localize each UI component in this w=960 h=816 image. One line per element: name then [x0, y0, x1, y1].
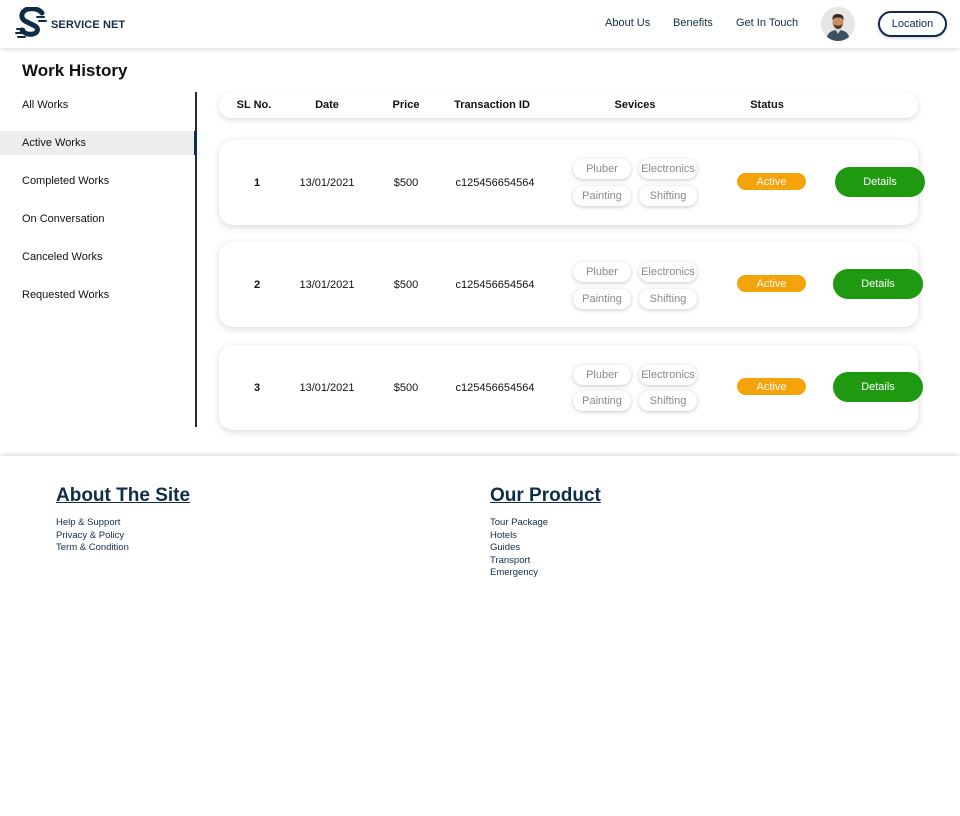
sidebar-item-on-conversation[interactable]: On Conversation — [0, 207, 195, 231]
footer-link-help-support[interactable]: Help & Support — [56, 517, 129, 530]
sidebar-item-canceled-works[interactable]: Canceled Works — [0, 245, 195, 269]
sidebar-item-all-works[interactable]: All Works — [0, 93, 195, 117]
row-price: $500 — [393, 177, 419, 189]
row-transaction-id: c125456654564 — [455, 177, 535, 189]
sidebar-item-requested-works[interactable]: Requested Works — [0, 283, 195, 307]
footer-about-heading[interactable]: About The Site — [56, 485, 190, 507]
brand-logo[interactable]: SERVICE NET — [15, 7, 125, 40]
service-chip: Shifting — [639, 186, 697, 206]
nav-about-us[interactable]: About Us — [605, 17, 650, 29]
footer-product-heading[interactable]: Our Product — [490, 485, 601, 507]
column-header-date: Date — [315, 99, 339, 111]
footer-link-tour-package[interactable]: Tour Package — [490, 517, 548, 530]
row-date: 13/01/2021 — [299, 279, 355, 291]
table-row: 2 13/01/2021 $500 c125456654564 Pluber E… — [219, 242, 923, 327]
sidebar-item-completed-works[interactable]: Completed Works — [0, 169, 195, 193]
row-sl-number: 2 — [253, 279, 261, 291]
column-header-transaction-id: Transaction ID — [454, 99, 530, 111]
details-button[interactable]: Details — [833, 269, 923, 299]
row-transaction-id: c125456654564 — [455, 382, 535, 394]
footer-link-hotels[interactable]: Hotels — [490, 530, 548, 543]
user-avatar[interactable] — [821, 7, 855, 41]
column-header-status: Status — [750, 99, 784, 111]
top-navbar: SERVICE NET About Us Benefits Get In Tou… — [0, 0, 960, 48]
brand-name: SERVICE NET — [51, 18, 126, 31]
service-chip: Electronics — [639, 159, 697, 179]
row-sl-number: 1 — [253, 177, 261, 189]
sidebar-item-active-works[interactable]: Active Works — [0, 131, 197, 155]
nav-benefits[interactable]: Benefits — [673, 17, 713, 29]
service-net-logo-icon — [15, 7, 47, 38]
status-badge: Active — [737, 378, 806, 395]
service-chip: Pluber — [573, 262, 631, 282]
row-price: $500 — [393, 382, 419, 394]
service-chip: Painting — [573, 391, 631, 411]
location-button[interactable]: Location — [878, 11, 947, 37]
status-badge: Active — [737, 173, 806, 190]
row-date: 13/01/2021 — [299, 382, 355, 394]
nav-get-in-touch[interactable]: Get In Touch — [736, 17, 798, 29]
row-price: $500 — [393, 279, 419, 291]
footer-link-privacy-policy[interactable]: Privacy & Policy — [56, 530, 129, 543]
details-button[interactable]: Details — [835, 167, 925, 197]
column-header-services: Sevices — [614, 99, 656, 111]
service-chip: Painting — [573, 186, 631, 206]
footer-about-links: Help & Support Privacy & Policy Term & C… — [56, 517, 129, 555]
table-row: 3 13/01/2021 $500 c125456654564 Pluber E… — [219, 345, 923, 430]
row-date: 13/01/2021 — [299, 177, 355, 189]
row-transaction-id: c125456654564 — [455, 279, 535, 291]
footer-product-links: Tour Package Hotels Guides Transport Eme… — [490, 517, 548, 580]
work-filter-sidebar: All Works Active Works Completed Works O… — [0, 92, 197, 427]
service-chip: Shifting — [639, 391, 697, 411]
service-chip: Pluber — [573, 365, 631, 385]
column-header-sl: SL No. — [236, 99, 272, 111]
table-row: 1 13/01/2021 $500 c125456654564 Pluber E… — [219, 140, 925, 225]
footer-link-transport[interactable]: Transport — [490, 555, 548, 568]
service-chip: Electronics — [639, 365, 697, 385]
table-header: SL No. Date Price Transaction ID Sevices… — [219, 92, 918, 118]
details-button[interactable]: Details — [833, 372, 923, 402]
service-chip: Electronics — [639, 262, 697, 282]
footer-link-guides[interactable]: Guides — [490, 542, 548, 555]
footer-link-emergency[interactable]: Emergency — [490, 567, 548, 580]
service-chip: Shifting — [639, 289, 697, 309]
service-chip: Painting — [573, 289, 631, 309]
footer-link-term-condition[interactable]: Term & Condition — [56, 542, 129, 555]
service-chip: Pluber — [573, 159, 631, 179]
column-header-price: Price — [392, 99, 420, 111]
status-badge: Active — [737, 275, 806, 292]
page-title: Work History — [22, 61, 128, 80]
row-sl-number: 3 — [253, 382, 261, 394]
avatar-icon — [821, 7, 855, 41]
site-footer: About The Site Help & Support Privacy & … — [0, 456, 960, 816]
